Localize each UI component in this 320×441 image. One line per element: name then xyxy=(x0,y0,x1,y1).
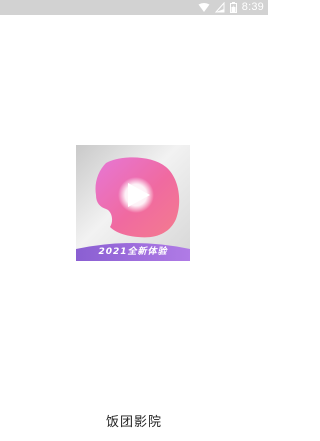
splash-logo xyxy=(76,145,190,261)
battery-icon xyxy=(229,2,237,13)
wifi-icon xyxy=(198,2,210,13)
splash-banner-text: 2021全新体验 xyxy=(98,247,168,257)
app-name: 饭团影院 xyxy=(105,415,162,430)
status-icons: 8:39 xyxy=(198,0,264,15)
status-bar: 8:39 xyxy=(0,0,268,15)
status-time: 8:39 xyxy=(241,1,264,13)
signal-icon xyxy=(214,2,225,13)
